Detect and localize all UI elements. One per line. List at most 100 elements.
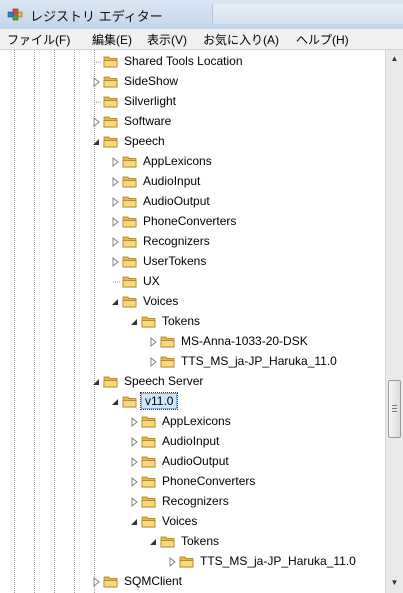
- tree-item-label: AudioOutput: [143, 194, 210, 208]
- folder-icon: [103, 96, 118, 108]
- menu-favorites[interactable]: お気に入り(A): [203, 31, 279, 48]
- tree-row[interactable]: AudioInput: [130, 432, 385, 452]
- folder-icon: [103, 56, 118, 68]
- tree-connector-icon: [94, 101, 102, 103]
- tree-row[interactable]: Speech Server: [92, 372, 385, 392]
- collapse-arrow-icon[interactable]: [130, 516, 140, 528]
- tree-row[interactable]: UX: [111, 272, 385, 292]
- tree-row[interactable]: SideShow: [92, 72, 385, 92]
- tree-connector-icon: [113, 281, 121, 283]
- tree-row[interactable]: Voices: [130, 512, 385, 532]
- tree-row[interactable]: TTS_MS_ja-JP_Haruka_11.0: [149, 352, 385, 372]
- scroll-thumb[interactable]: [388, 380, 401, 438]
- tree-row[interactable]: Voices: [111, 292, 385, 312]
- registry-tree-pane[interactable]: Shared Tools Location SideShow Silverlight…: [0, 50, 385, 593]
- tree-row[interactable]: MS-Anna-1033-20-DSK: [149, 332, 385, 352]
- folder-icon: [141, 496, 156, 508]
- tree-row[interactable]: Tokens: [130, 312, 385, 332]
- tree-item-label: TTS_MS_ja-JP_Haruka_11.0: [200, 554, 356, 568]
- tree-item-label: Silverlight: [124, 94, 177, 108]
- tree-row[interactable]: AudioOutput: [130, 452, 385, 472]
- folder-icon: [122, 236, 137, 248]
- collapse-arrow-icon[interactable]: [92, 136, 102, 148]
- collapse-arrow-icon[interactable]: [111, 396, 121, 408]
- tree-item-label: UserTokens: [143, 254, 207, 268]
- tree-row[interactable]: Recognizers: [111, 232, 385, 252]
- tree-row[interactable]: AudioOutput: [111, 192, 385, 212]
- menu-help[interactable]: ヘルプ(H): [296, 31, 349, 48]
- tree-row[interactable]: AppLexicons: [130, 412, 385, 432]
- expand-arrow-icon[interactable]: [111, 216, 121, 228]
- expand-arrow-icon[interactable]: [92, 116, 102, 128]
- expand-arrow-icon[interactable]: [149, 356, 159, 368]
- expand-arrow-icon[interactable]: [92, 76, 102, 88]
- scroll-up-arrow-icon[interactable]: ▲: [386, 51, 403, 67]
- tree-row[interactable]: Shared Tools Location: [92, 52, 385, 72]
- tree-item-label: UX: [143, 274, 160, 288]
- expand-arrow-icon[interactable]: [149, 336, 159, 348]
- expand-arrow-icon[interactable]: [168, 556, 178, 568]
- tree-item-label: AppLexicons: [162, 414, 231, 428]
- tree-row[interactable]: Recognizers: [130, 492, 385, 512]
- collapse-arrow-icon[interactable]: [92, 376, 102, 388]
- expand-arrow-icon[interactable]: [130, 416, 140, 428]
- open-folder-icon: [103, 376, 118, 388]
- open-folder-icon: [103, 136, 118, 148]
- tree-guide-line: [74, 50, 75, 593]
- collapse-arrow-icon[interactable]: [111, 296, 121, 308]
- expand-arrow-icon[interactable]: [130, 476, 140, 488]
- folder-icon: [103, 76, 118, 88]
- vertical-scrollbar[interactable]: ▲ ▼: [385, 50, 403, 593]
- folder-icon: [122, 176, 137, 188]
- tree-item-label: PhoneConverters: [162, 474, 256, 488]
- tree-item-label: Voices: [143, 294, 179, 308]
- tree-row[interactable]: PhoneConverters: [111, 212, 385, 232]
- expand-arrow-icon[interactable]: [130, 496, 140, 508]
- tree-item-label: Voices: [162, 514, 198, 528]
- tree-row[interactable]: AudioInput: [111, 172, 385, 192]
- tree-row[interactable]: PhoneConverters: [130, 472, 385, 492]
- expand-arrow-icon[interactable]: [111, 156, 121, 168]
- menu-edit[interactable]: 編集(E): [92, 31, 132, 48]
- tree-row[interactable]: SQMClient: [92, 572, 385, 592]
- expand-arrow-icon[interactable]: [111, 236, 121, 248]
- tree-item-label: Software: [124, 114, 172, 128]
- tree-item-label: AudioOutput: [162, 454, 229, 468]
- folder-icon: [122, 276, 137, 288]
- tree-row[interactable]: v11.0: [111, 392, 385, 412]
- folder-icon: [160, 336, 175, 348]
- open-folder-icon: [141, 316, 156, 328]
- collapse-arrow-icon[interactable]: [149, 536, 159, 548]
- collapse-arrow-icon[interactable]: [130, 316, 140, 328]
- expand-arrow-icon[interactable]: [111, 256, 121, 268]
- tree-row[interactable]: Silverlight: [92, 92, 385, 112]
- tree-item-label: Speech: [124, 134, 165, 148]
- tree-item-label: PhoneConverters: [143, 214, 237, 228]
- tree-row[interactable]: UserTokens: [111, 252, 385, 272]
- tree-row[interactable]: AppLexicons: [111, 152, 385, 172]
- expand-arrow-icon[interactable]: [111, 176, 121, 188]
- grip-line: [392, 411, 397, 412]
- tree-row[interactable]: Software: [92, 112, 385, 132]
- expand-arrow-icon[interactable]: [130, 436, 140, 448]
- tree-item-label: Recognizers: [162, 494, 229, 508]
- tree-row[interactable]: TTS_MS_ja-JP_Haruka_11.0: [168, 552, 385, 572]
- tree-row[interactable]: Speech: [92, 132, 385, 152]
- expand-arrow-icon[interactable]: [111, 196, 121, 208]
- tree-item-label: Tokens: [181, 534, 220, 548]
- tree-item-label: AppLexicons: [143, 154, 212, 168]
- expand-arrow-icon[interactable]: [92, 576, 102, 588]
- folder-icon: [122, 196, 137, 208]
- folder-icon: [122, 256, 137, 268]
- menu-file[interactable]: ファイル(F): [7, 31, 70, 48]
- tree-item-label: Recognizers: [143, 234, 210, 248]
- tree-row[interactable]: Tokens: [149, 532, 385, 552]
- folder-icon: [179, 556, 194, 568]
- expand-arrow-icon[interactable]: [130, 456, 140, 468]
- tree-item-label: Shared Tools Location: [124, 54, 243, 68]
- menu-view[interactable]: 表示(V): [147, 31, 187, 48]
- scroll-down-arrow-icon[interactable]: ▼: [386, 575, 403, 591]
- folder-icon: [103, 576, 118, 588]
- tree-item-label: SideShow: [124, 74, 179, 88]
- tree-guide-line: [14, 50, 15, 593]
